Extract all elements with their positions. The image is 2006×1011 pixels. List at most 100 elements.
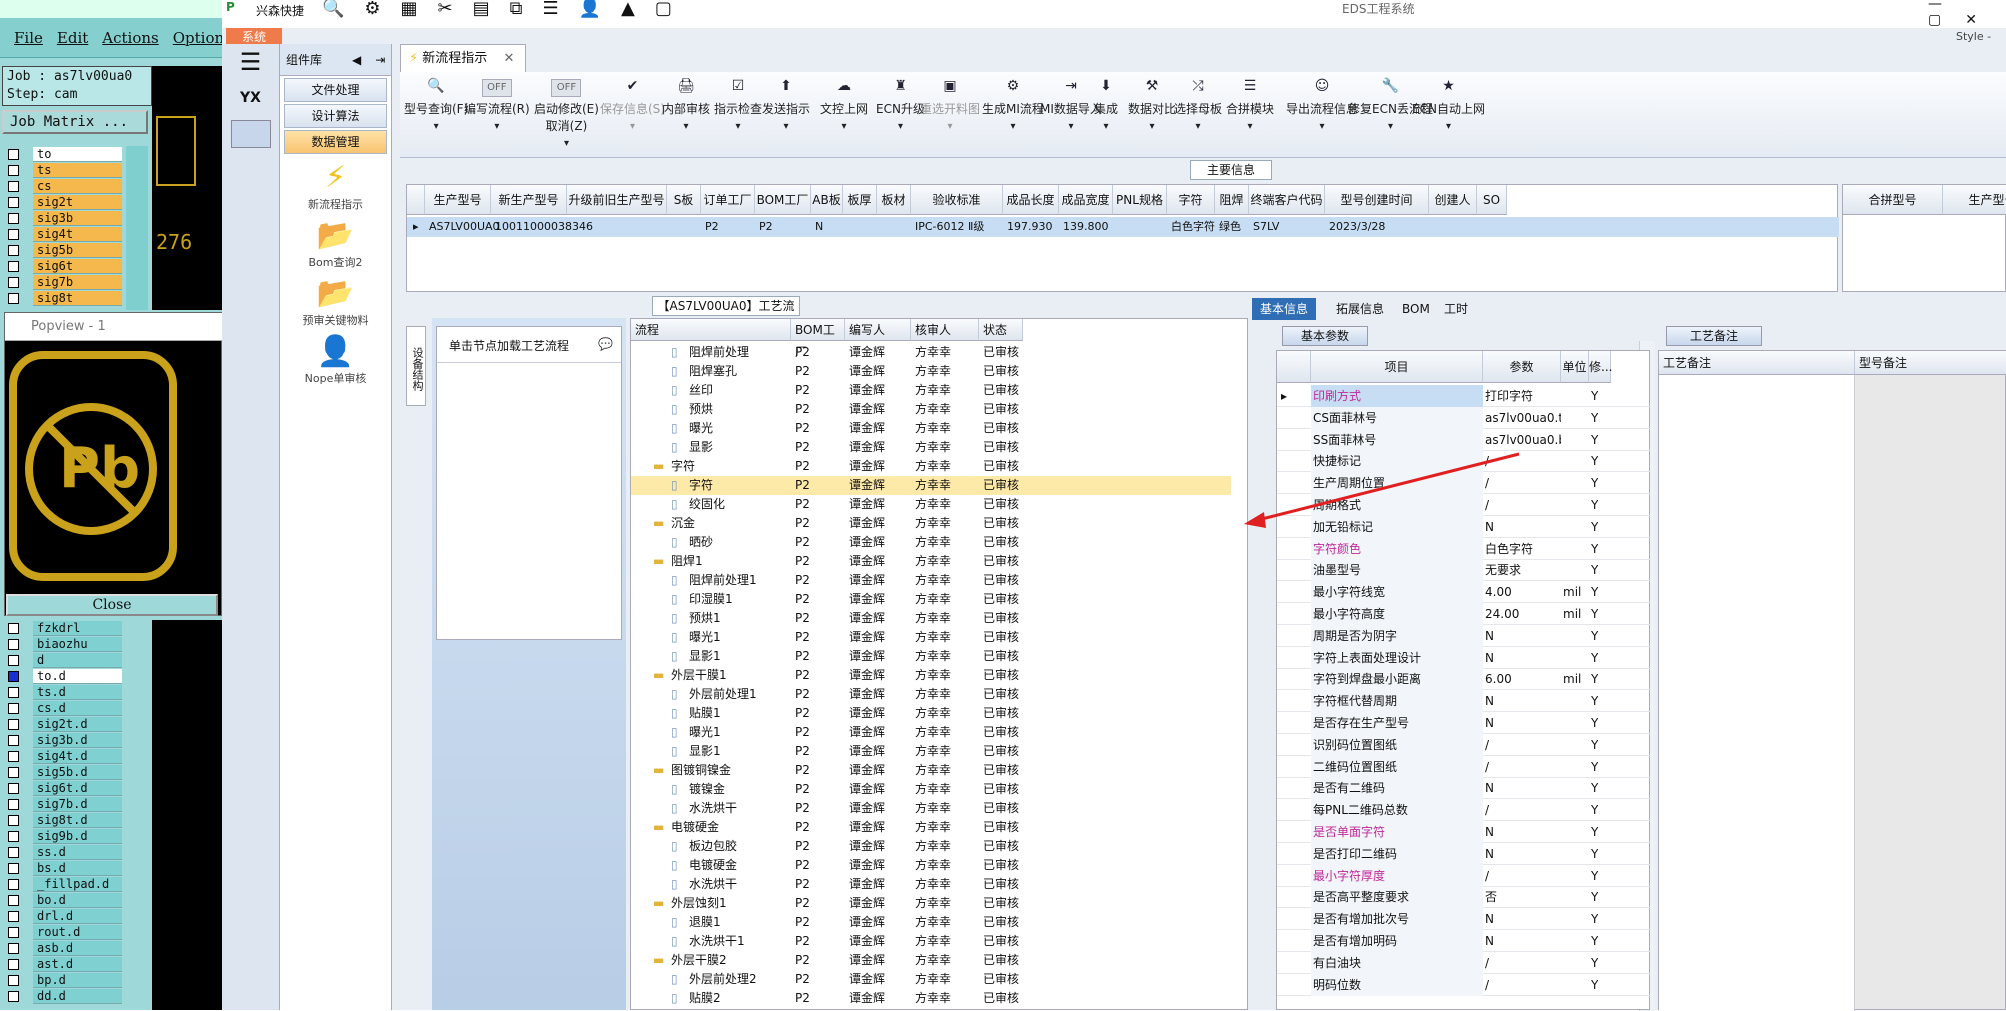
column-header[interactable]: 编写人 <box>845 319 911 341</box>
column-header[interactable]: 流程 <box>631 319 791 341</box>
property-row[interactable]: SS面菲林号as7lv00ua0.bo Y <box>1277 428 1651 451</box>
property-row[interactable]: ▸ 印刷方式 打印字符 Y <box>1277 385 1651 407</box>
ribbon-button-1[interactable]: OFF 编写流程(R) ▾ <box>464 78 530 132</box>
tree-row[interactable]: ▬ 外层干膜2 P2 谭金辉 方幸幸 已审核 <box>631 951 1231 970</box>
layer-row[interactable]: ts <box>4 162 122 178</box>
property-row[interactable]: 二维码位置图纸 / Y <box>1277 755 1651 778</box>
layer-row[interactable]: to <box>4 146 122 162</box>
property-row[interactable]: 是否有增加明码 N Y <box>1277 930 1651 952</box>
property-row[interactable]: 最小字符厚度 / Y <box>1277 864 1651 887</box>
menu-file[interactable]: File <box>14 29 43 47</box>
column-header[interactable]: 板厚 <box>843 185 877 215</box>
grid-cell[interactable]: P2 <box>755 217 811 237</box>
property-row[interactable]: 有白油块 / Y <box>1277 951 1651 974</box>
layer-row[interactable]: sig7b.d <box>4 796 122 812</box>
tree-row[interactable]: ▯ 曝光1 P2 谭金辉 方幸幸 已审核 <box>631 628 1231 647</box>
design-algorithm-button[interactable]: 设计算法 <box>284 104 387 128</box>
property-row[interactable]: 快捷标记 / Y <box>1277 450 1651 473</box>
property-row[interactable]: 周期格式 / Y <box>1277 494 1651 516</box>
column-header[interactable]: 阻焊 <box>1215 185 1249 215</box>
chevron-down-icon[interactable]: ▾ <box>982 121 1044 132</box>
ribbon-button-0[interactable]: 🔍 型号查询(F) ▾ <box>404 78 468 132</box>
column-header[interactable]: BOM工厂 <box>755 185 811 215</box>
grid-cell[interactable]: N <box>811 217 843 237</box>
chevron-down-icon[interactable]: ▾ <box>920 121 980 132</box>
property-value[interactable]: 打印字符 <box>1485 385 1561 407</box>
hamburger-icon[interactable]: ☰ <box>222 48 279 76</box>
property-value[interactable]: / <box>1485 952 1561 974</box>
layer-checkbox[interactable] <box>8 926 19 938</box>
column-header[interactable]: 新生产型号 <box>491 185 567 215</box>
menu-edit[interactable]: Edit <box>57 29 88 47</box>
cam-canvas[interactable]: 276 <box>152 66 222 310</box>
property-row[interactable]: 字符到焊盘最小距离 6.00 mil Y <box>1277 668 1651 691</box>
layer-checkbox[interactable] <box>8 260 19 272</box>
ribbon-button-11[interactable]: ⇥ MI数据导入 ▾ <box>1040 78 1102 132</box>
property-row[interactable]: 明码位数 / Y <box>1277 973 1651 996</box>
grid-cell[interactable]: S7LV <box>1249 217 1325 237</box>
tree-row[interactable]: ▯ 镀镍金 P2 谭金辉 方幸幸 已审核 <box>631 780 1231 799</box>
tree-row[interactable]: ▯ 退膜1 P2 谭金辉 方幸幸 已审核 <box>631 913 1231 932</box>
layer-checkbox[interactable] <box>8 164 19 176</box>
layer-checkbox[interactable] <box>8 846 19 858</box>
tab-new-flow[interactable]: ⚡ 新流程指示 ✕ <box>400 44 526 72</box>
chevron-down-icon[interactable]: ▾ <box>464 121 530 132</box>
property-value[interactable]: N <box>1485 843 1561 865</box>
layer-checkbox[interactable] <box>8 702 19 714</box>
layer-checkbox[interactable] <box>8 734 19 746</box>
tree-row[interactable]: ▯ 显影1 P2 谭金辉 方幸幸 已审核 <box>631 647 1231 666</box>
property-value[interactable]: / <box>1485 865 1561 887</box>
layer-row[interactable]: cs.d <box>4 700 122 716</box>
property-value[interactable]: 无要求 <box>1485 559 1561 581</box>
tree-row[interactable]: ▯ 电镀硬金 P2 谭金辉 方幸幸 已审核 <box>631 856 1231 875</box>
chevron-down-icon[interactable]: ▾ <box>820 121 868 132</box>
ribbon-button-2[interactable]: OFF 启动修改(E) 取消(Z) ▾ <box>534 78 599 149</box>
style-menu[interactable]: Style - <box>1956 30 1991 43</box>
chevron-down-icon[interactable]: ▾ <box>1174 121 1222 132</box>
layer-row[interactable]: rout.d <box>4 924 122 940</box>
tree-row[interactable]: ▯ 丝印 P2 谭金辉 方幸幸 已审核 <box>631 381 1231 400</box>
layer-row[interactable]: sig7b <box>4 274 122 290</box>
property-value[interactable]: 6.00 <box>1485 668 1561 690</box>
column-header[interactable]: 字符 <box>1167 185 1215 215</box>
key-material-item[interactable]: 📂 预审关键物料 <box>280 276 391 328</box>
layer-checkbox[interactable] <box>8 782 19 794</box>
tree-row[interactable]: ▯ 水洗烘干 P2 谭金辉 方幸幸 已审核 <box>631 799 1231 818</box>
tab-equipment-structure[interactable]: 设备结构 <box>406 326 426 406</box>
property-row[interactable]: 字符框代替周期 N Y <box>1277 690 1651 713</box>
ribbon-button-13[interactable]: ⚒ 数据对比 ▾ <box>1128 78 1176 132</box>
tree-row[interactable]: ▯ 显影1 P2 谭金辉 方幸幸 已审核 <box>631 742 1231 761</box>
layer-row[interactable]: sig2t.d <box>4 716 122 732</box>
new-flow-item[interactable]: ⚡ 新流程指示 <box>280 160 391 212</box>
tree-row[interactable]: ▯ 贴膜2 P2 谭金辉 方幸幸 已审核 <box>631 989 1231 1008</box>
column-header[interactable]: 型号备注 <box>1855 351 2006 375</box>
property-row[interactable]: 最小字符线宽 4.00 mil Y <box>1277 581 1651 604</box>
layer-scrollbar[interactable] <box>126 146 148 310</box>
property-row[interactable]: 是否有二维码 N Y <box>1277 777 1651 800</box>
grid-cell[interactable] <box>1477 217 1507 237</box>
column-header[interactable]: 参数 <box>1483 351 1561 383</box>
layer-checkbox[interactable] <box>8 212 19 224</box>
property-row[interactable]: 生产周期位置 / Y <box>1277 472 1651 495</box>
ribbon-button-5[interactable]: ☑ 指示检查 ▾ <box>714 78 762 132</box>
layer-row[interactable]: cs <box>4 178 122 194</box>
column-header[interactable]: 合拼型号 <box>1843 185 1943 215</box>
tree-row[interactable]: ▯ 曝光1 P2 谭金辉 方幸幸 已审核 <box>631 723 1231 742</box>
property-value[interactable]: N <box>1485 690 1561 712</box>
layer-row[interactable]: bo.d <box>4 892 122 908</box>
property-value[interactable]: N <box>1485 647 1561 669</box>
layer-row[interactable]: sig9b.d <box>4 828 122 844</box>
tree-row[interactable]: ▬ 外层干膜1 P2 谭金辉 方幸幸 已审核 <box>631 666 1231 685</box>
column-header[interactable]: 项目 <box>1311 351 1483 383</box>
layer-row[interactable]: _fillpad.d <box>4 876 122 892</box>
grid-cell[interactable] <box>667 217 701 237</box>
job-matrix-button[interactable]: Job Matrix ... <box>2 110 148 134</box>
layer-row[interactable]: sig5b.d <box>4 764 122 780</box>
grid-cell[interactable]: P2 <box>701 217 755 237</box>
tab-info-3[interactable]: 工时 <box>1436 298 1476 320</box>
property-value[interactable]: / <box>1485 450 1561 472</box>
property-value[interactable]: N <box>1485 930 1561 952</box>
layer-row[interactable]: sig4t.d <box>4 748 122 764</box>
layer-checkbox[interactable] <box>8 974 19 986</box>
layer-row[interactable]: ts.d <box>4 684 122 700</box>
